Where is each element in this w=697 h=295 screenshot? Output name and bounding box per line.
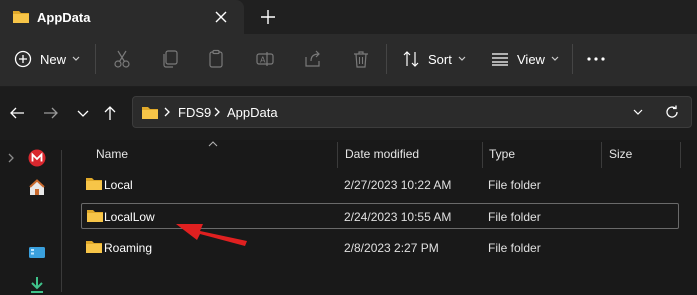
new-button[interactable]: New — [14, 45, 80, 73]
file-type: File folder — [488, 241, 541, 255]
chevron-right-icon[interactable] — [7, 152, 15, 164]
folder-icon — [142, 107, 158, 119]
cut-icon[interactable] — [112, 49, 132, 69]
more-icon[interactable] — [586, 49, 606, 69]
view-button[interactable]: View — [491, 45, 559, 73]
close-icon[interactable] — [213, 9, 229, 25]
file-type: File folder — [488, 178, 541, 192]
new-label: New — [40, 51, 67, 67]
column-header-date-modified[interactable]: Date modified — [345, 147, 419, 161]
file-name: LocalLow — [104, 210, 155, 224]
title-bar: AppData — [0, 0, 697, 34]
chevron-down-icon[interactable] — [631, 105, 645, 119]
column-header-name[interactable]: Name — [96, 147, 128, 161]
breadcrumb-item[interactable]: FDS9 — [178, 105, 211, 120]
column-separator[interactable] — [482, 142, 483, 168]
delete-icon[interactable] — [351, 49, 371, 69]
file-type: File folder — [488, 210, 541, 224]
file-date: 2/24/2023 10:55 AM — [344, 210, 452, 224]
tab-appdata[interactable]: AppData — [0, 0, 244, 34]
paste-icon[interactable] — [206, 49, 226, 69]
file-name: Local — [104, 178, 133, 192]
forward-icon[interactable] — [42, 104, 60, 122]
svg-text:A: A — [260, 56, 266, 65]
view-label: View — [517, 51, 545, 67]
chevron-right-icon — [214, 107, 220, 117]
sort-icon — [403, 51, 419, 67]
column-header-type[interactable]: Type — [489, 147, 515, 161]
desktop-icon[interactable] — [27, 243, 47, 263]
folder-icon — [13, 11, 29, 23]
mega-icon[interactable] — [27, 148, 47, 168]
folder-icon — [86, 178, 102, 190]
file-row[interactable]: Local 2/27/2023 10:22 AM File folder — [81, 172, 679, 198]
new-icon — [14, 50, 32, 68]
folder-icon — [86, 241, 102, 253]
column-header-size[interactable]: Size — [609, 147, 632, 161]
chevron-down-icon — [458, 56, 466, 61]
recent-icon[interactable] — [74, 104, 92, 122]
command-bar: New A Sort View — [0, 34, 697, 87]
tab-title: AppData — [37, 10, 91, 25]
chevron-down-icon — [72, 56, 80, 61]
home-icon[interactable] — [27, 178, 47, 198]
refresh-icon[interactable] — [664, 104, 680, 120]
separator — [572, 44, 573, 74]
chevron-right-icon — [164, 107, 170, 117]
share-icon[interactable] — [303, 49, 323, 69]
copy-icon[interactable] — [160, 49, 180, 69]
view-icon — [492, 53, 508, 66]
rename-icon[interactable]: A — [255, 49, 275, 69]
file-date: 2/8/2023 2:27 PM — [344, 241, 439, 255]
downloads-icon[interactable] — [27, 275, 47, 295]
breadcrumb-item[interactable]: AppData — [227, 105, 278, 120]
separator — [95, 44, 96, 74]
file-row[interactable]: Roaming 2/8/2023 2:27 PM File folder — [81, 235, 679, 261]
chevron-down-icon — [551, 56, 559, 61]
file-row-selected[interactable]: LocalLow 2/24/2023 10:55 AM File folder — [81, 203, 679, 229]
folder-icon — [87, 210, 103, 222]
column-separator[interactable] — [680, 142, 681, 168]
sort-ascending-icon — [208, 141, 218, 147]
back-icon[interactable] — [8, 104, 26, 122]
sort-button[interactable]: Sort — [402, 45, 466, 73]
column-separator[interactable] — [337, 142, 338, 168]
file-name: Roaming — [104, 241, 153, 255]
sidebar-scrollbar[interactable] — [61, 150, 62, 292]
plus-icon[interactable] — [259, 8, 277, 26]
separator — [386, 44, 387, 74]
column-separator[interactable] — [601, 142, 602, 168]
up-icon[interactable] — [101, 104, 119, 122]
address-bar[interactable]: FDS9 AppData — [132, 96, 692, 128]
file-date: 2/27/2023 10:22 AM — [344, 178, 452, 192]
sort-label: Sort — [428, 51, 452, 67]
